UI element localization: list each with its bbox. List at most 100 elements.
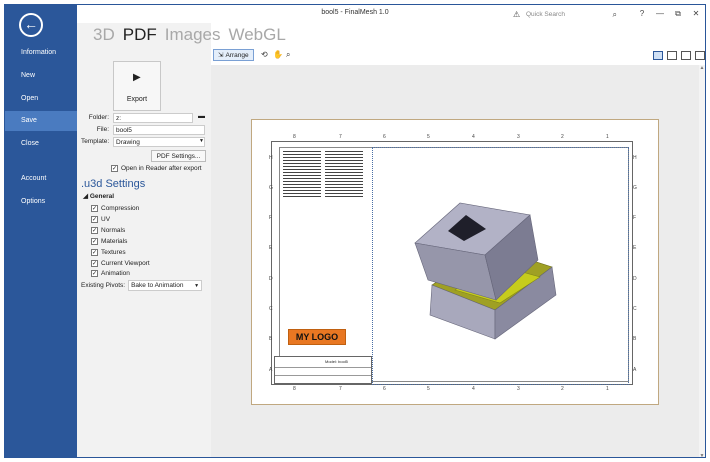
checkbox-icon[interactable]: ✓ (91, 205, 98, 212)
zone-label: 5 (427, 386, 430, 392)
pdf-settings-button[interactable]: PDF Settings... (151, 150, 206, 162)
scroll-down-icon[interactable]: ▼ (699, 453, 705, 457)
quick-search-input[interactable]: Quick Search (526, 11, 613, 18)
zone-label: 4 (472, 386, 475, 392)
notes-text-block (283, 151, 321, 199)
zone-label: 8 (293, 386, 296, 392)
option-label: Compression (101, 205, 140, 212)
menu-item-options[interactable]: Options (5, 192, 77, 212)
general-group-label: General (89, 193, 115, 200)
3d-model-render[interactable] (400, 185, 570, 355)
title-bar: bool5 - FinalMesh 1.0 ⚠ Quick Search ⌕ ?… (5, 5, 705, 23)
option-materials[interactable]: ✓ Materials (91, 238, 127, 245)
zone-label: 6 (383, 134, 386, 140)
pivots-select[interactable]: Bake to Animation ▼ (128, 280, 203, 291)
restore-button[interactable]: ⧉ (671, 7, 685, 20)
arrange-label: Arrange (225, 52, 249, 59)
template-select[interactable]: Drawing (113, 137, 205, 147)
orbit-icon[interactable]: ⟲ (261, 50, 268, 59)
option-current-viewport[interactable]: ✓ Current Viewport (91, 260, 150, 267)
zone-label: H (633, 155, 637, 161)
zone-label: 7 (339, 134, 342, 140)
option-uv[interactable]: ✓ UV (91, 216, 110, 223)
option-label: Current Viewport (101, 260, 150, 267)
zone-label: 4 (472, 134, 475, 140)
option-textures[interactable]: ✓ Textures (91, 249, 126, 256)
app-window: bool5 - FinalMesh 1.0 ⚠ Quick Search ⌕ ?… (4, 4, 706, 458)
arrange-icon: ⇲ (218, 52, 224, 59)
file-label: File: (96, 126, 109, 133)
menu-item-close[interactable]: Close (5, 134, 77, 154)
checkbox-icon[interactable]: ✓ (111, 165, 118, 172)
tab-3d[interactable]: 3D (93, 25, 115, 45)
single-page-view-icon[interactable] (653, 51, 663, 60)
template-label: Template: (81, 138, 110, 145)
option-label: Materials (101, 238, 128, 245)
chevron-down-icon[interactable]: ▼ (199, 138, 204, 144)
menu-item-open[interactable]: Open (5, 89, 77, 109)
vertical-scrollbar[interactable]: ▲ ▼ (699, 65, 705, 457)
folder-browse-icon[interactable]: ▬ (198, 113, 205, 120)
chevron-down-icon: ▼ (194, 283, 200, 289)
zone-label: B (269, 336, 273, 342)
menu-item-account[interactable]: Account (5, 169, 77, 189)
pivots-row: Existing Pivots: Bake to Animation ▼ (81, 280, 203, 291)
zone-label: D (633, 276, 637, 282)
zone-label: E (269, 245, 273, 251)
search-icon[interactable]: ⌕ (613, 10, 617, 20)
title-block-text: Model: bool5 (325, 359, 348, 364)
title-block-divider (275, 375, 371, 376)
grid-view-icon[interactable] (681, 51, 691, 60)
zone-label: 2 (561, 386, 564, 392)
general-group-header[interactable]: ◢ General (83, 192, 114, 200)
arrange-button[interactable]: ⇲ Arrange (213, 49, 254, 61)
checkbox-icon[interactable]: ✓ (91, 238, 98, 245)
quick-search-box[interactable]: ⚠ Quick Search ⌕ (510, 8, 620, 21)
checkbox-icon[interactable]: ✓ (91, 260, 98, 267)
checkbox-icon[interactable]: ✓ (91, 249, 98, 256)
checkbox-icon[interactable]: ✓ (91, 216, 98, 223)
option-label: Normals (101, 227, 126, 234)
folder-label: Folder: (88, 114, 109, 121)
menu-item-new[interactable]: New (5, 66, 77, 86)
warning-icon: ⚠ (513, 10, 521, 19)
pan-hand-icon[interactable]: ✋ (273, 50, 283, 59)
play-icon: ▶ (133, 72, 141, 83)
zone-label: 3 (517, 386, 520, 392)
folder-field[interactable]: z: (113, 113, 193, 123)
zone-label: 5 (427, 134, 430, 140)
main-tabs: 3D PDF Images WebGL (93, 25, 286, 45)
checkbox-icon[interactable]: ✓ (91, 227, 98, 234)
option-animation[interactable]: ✓ Animation (91, 270, 130, 277)
zone-label: 7 (339, 386, 342, 392)
option-compression[interactable]: ✓ Compression (91, 205, 139, 212)
zoom-icon[interactable]: ⌕ (286, 50, 290, 60)
zone-label: 1 (606, 134, 609, 140)
zone-label: B (633, 336, 637, 342)
notes-text-block (325, 151, 363, 199)
two-page-view-icon[interactable] (667, 51, 677, 60)
checkbox-icon[interactable]: ✓ (91, 270, 98, 277)
file-name-field[interactable]: bool5 (113, 125, 205, 135)
option-label: Animation (101, 270, 130, 277)
zone-label: E (633, 245, 637, 251)
tab-webgl[interactable]: WebGL (228, 25, 285, 45)
export-label: Export (126, 96, 148, 103)
tab-images[interactable]: Images (165, 25, 221, 45)
menu-item-save[interactable]: Save (5, 111, 77, 131)
option-normals[interactable]: ✓ Normals (91, 227, 125, 234)
scroll-up-icon[interactable]: ▲ (699, 65, 705, 71)
help-button[interactable]: ? (635, 7, 649, 20)
zone-label: A (633, 367, 637, 373)
menu-item-information[interactable]: Information (5, 43, 77, 63)
export-button[interactable]: ▶ Export (113, 61, 161, 111)
continuous-view-icon[interactable] (695, 51, 705, 60)
zone-label: 3 (517, 134, 520, 140)
logo-placeholder: MY LOGO (288, 329, 346, 345)
tab-pdf[interactable]: PDF (123, 25, 157, 45)
minimize-button[interactable]: — (653, 7, 667, 20)
close-window-button[interactable]: ✕ (689, 7, 703, 20)
u3d-settings-title: .u3d Settings (81, 178, 146, 190)
back-arrow-icon[interactable]: ← (19, 13, 43, 37)
open-in-reader-checkbox[interactable]: ✓ Open in Reader after export (111, 165, 202, 172)
